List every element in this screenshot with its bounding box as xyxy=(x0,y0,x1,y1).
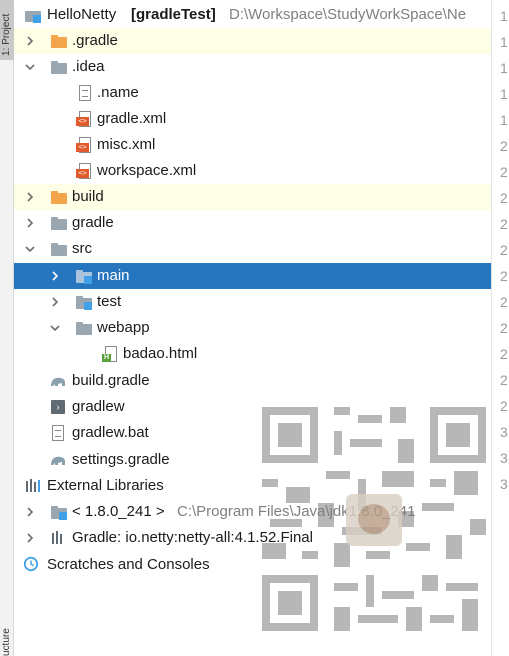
structure-tool-tab[interactable]: ucture xyxy=(0,628,14,656)
tree-row-misc-xml[interactable]: <> misc.xml xyxy=(14,132,491,158)
line-number: 2 xyxy=(500,190,508,206)
line-number: 3 xyxy=(500,476,508,492)
tree-label-gradle: gradle xyxy=(72,214,114,231)
chevron-right-icon[interactable] xyxy=(24,506,36,518)
tree-row-gradle-xml[interactable]: <> gradle.xml xyxy=(14,106,491,132)
left-tool-strip: 1: Project ucture xyxy=(0,0,14,656)
scratches-icon xyxy=(23,556,39,572)
tree-row-build[interactable]: build xyxy=(14,184,491,210)
root-project-path: D:\Workspace\StudyWorkSpace\Ne xyxy=(229,6,467,23)
chevron-down-icon[interactable] xyxy=(49,322,61,334)
line-number: 3 xyxy=(500,450,508,466)
xml-file-icon: <> xyxy=(76,163,94,179)
folder-icon xyxy=(50,189,68,205)
line-number: 1 xyxy=(500,8,508,24)
qr-center-photo xyxy=(346,494,402,546)
tree-row-build-gradle[interactable]: build.gradle xyxy=(14,368,491,394)
tree-label-misc-xml: misc.xml xyxy=(97,136,156,153)
folder-icon xyxy=(50,33,68,49)
line-number: 1 xyxy=(500,112,508,128)
tree-label-idea: .idea xyxy=(72,58,105,75)
libraries-icon xyxy=(26,479,40,492)
tree-label-name-file: .name xyxy=(97,84,139,101)
tree-row-dot-gradle[interactable]: .gradle xyxy=(14,28,491,54)
line-number: 2 xyxy=(500,216,508,232)
text-file-icon xyxy=(76,85,94,101)
xml-file-icon: <> xyxy=(76,111,94,127)
tree-label-test: test xyxy=(97,293,122,310)
tree-row-main[interactable]: main xyxy=(14,263,491,289)
tree-label-badao-html: badao.html xyxy=(123,345,198,362)
folder-icon xyxy=(50,59,68,75)
tree-label-external-libraries: External Libraries xyxy=(47,477,164,494)
folder-icon xyxy=(50,215,68,231)
tree-row-idea[interactable]: .idea xyxy=(14,54,491,80)
gradle-icon xyxy=(51,456,65,465)
line-number: 2 xyxy=(500,294,508,310)
chevron-right-icon[interactable] xyxy=(24,191,36,203)
module-folder-icon xyxy=(75,268,93,284)
tree-row-badao-html[interactable]: H badao.html xyxy=(14,341,491,367)
tree-row-root[interactable]: HelloNetty [gradleTest] D:\Workspace\Stu… xyxy=(14,2,491,28)
line-number: 1 xyxy=(500,86,508,102)
line-number: 2 xyxy=(500,346,508,362)
tree-label-workspace-xml: workspace.xml xyxy=(97,162,197,179)
tree-label-webapp: webapp xyxy=(97,319,150,336)
line-number: 2 xyxy=(500,138,508,154)
line-number: 2 xyxy=(500,268,508,284)
line-number: 2 xyxy=(500,398,508,414)
line-number: 2 xyxy=(500,372,508,388)
line-number: 1 xyxy=(500,34,508,50)
tree-label-gradlew-bat: gradlew.bat xyxy=(72,424,149,441)
gradle-icon xyxy=(51,377,65,386)
chevron-right-icon[interactable] xyxy=(24,532,36,544)
tree-label-build: build xyxy=(72,188,104,205)
tree-label-gradle-xml: gradle.xml xyxy=(97,110,167,127)
folder-icon xyxy=(50,241,68,257)
tree-label-settings-gradle: settings.gradle xyxy=(72,451,170,468)
module-folder-icon xyxy=(75,294,93,310)
folder-icon xyxy=(75,320,93,336)
html-file-icon: H xyxy=(102,346,120,362)
tree-label-gradlew: gradlew xyxy=(72,398,125,415)
editor-gutter: 1 1 1 1 1 2 2 2 2 2 2 2 2 2 2 2 3 3 3 xyxy=(491,0,509,656)
tree-row-webapp[interactable]: webapp xyxy=(14,315,491,341)
tree-row-test[interactable]: test xyxy=(14,289,491,315)
chevron-right-icon[interactable] xyxy=(49,296,61,308)
tree-row-workspace-xml[interactable]: <> workspace.xml xyxy=(14,158,491,184)
tree-row-src[interactable]: src xyxy=(14,236,491,262)
tree-row-name-file[interactable]: .name xyxy=(14,80,491,106)
chevron-down-icon[interactable] xyxy=(24,243,36,255)
terminal-icon: › xyxy=(49,399,67,415)
chevron-right-icon[interactable] xyxy=(49,270,61,282)
root-module-name: [gradleTest] xyxy=(131,6,216,23)
chevron-down-icon[interactable] xyxy=(24,61,36,73)
xml-file-icon: <> xyxy=(76,137,94,153)
tree-label-dot-gradle: .gradle xyxy=(72,32,118,49)
tree-label-scratches: Scratches and Consoles xyxy=(47,556,210,573)
root-project-name: HelloNetty xyxy=(47,6,117,23)
tree-label-main: main xyxy=(97,267,130,284)
tree-label-build-gradle: build.gradle xyxy=(72,372,150,389)
line-number: 2 xyxy=(500,320,508,336)
tree-label-jdk: < 1.8.0_241 > xyxy=(72,503,165,520)
line-number: 2 xyxy=(500,164,508,180)
line-number: 3 xyxy=(500,424,508,440)
tree-row-gradle[interactable]: gradle xyxy=(14,210,491,236)
project-tool-tab-label: 1: Project xyxy=(1,13,12,56)
module-icon xyxy=(24,7,42,23)
chevron-right-icon[interactable] xyxy=(24,35,36,47)
line-number: 1 xyxy=(500,60,508,76)
project-tool-tab[interactable]: 1: Project xyxy=(0,0,14,60)
text-file-icon xyxy=(49,425,67,441)
chevron-right-icon[interactable] xyxy=(24,217,36,229)
library-jar-icon xyxy=(52,531,62,544)
line-number: 2 xyxy=(500,242,508,258)
jdk-folder-icon xyxy=(50,504,68,520)
tree-label-src: src xyxy=(72,240,92,257)
